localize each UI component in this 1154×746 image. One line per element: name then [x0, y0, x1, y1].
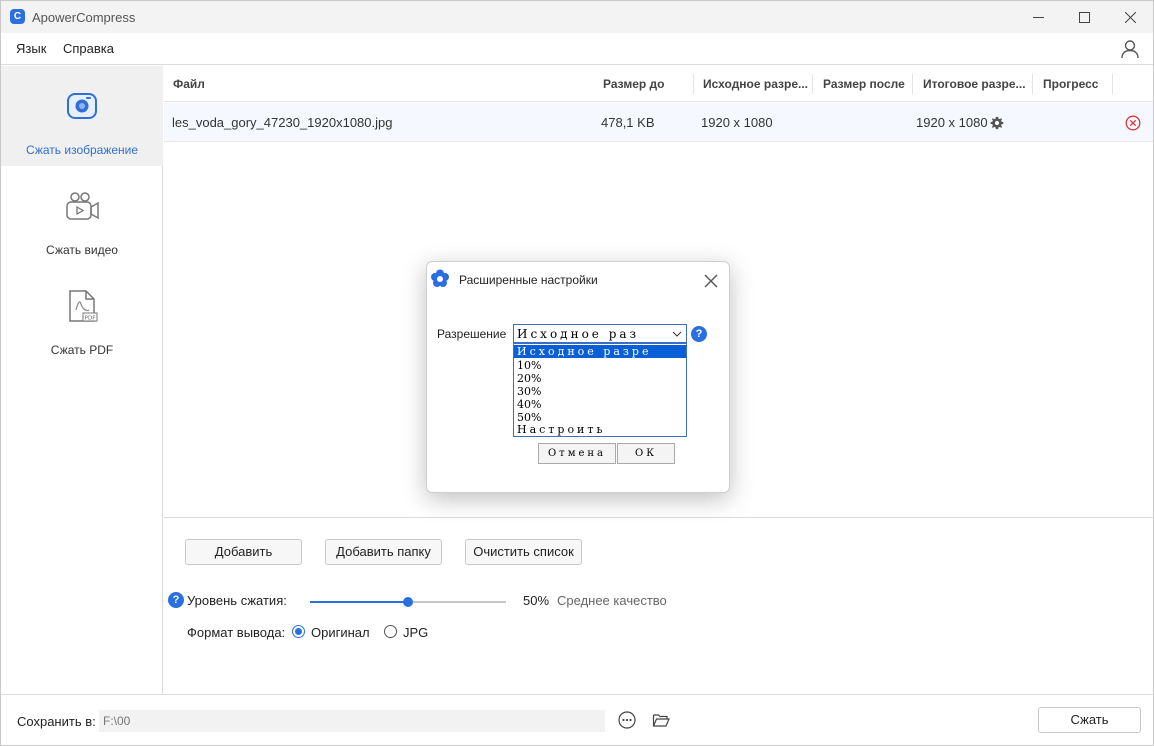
user-account-icon[interactable] [1119, 38, 1141, 60]
resolution-selected-value: Исходное раз [517, 327, 640, 341]
resolution-option-custom[interactable]: Настроить [514, 423, 686, 436]
slider-fill [310, 601, 408, 603]
cell-final-resolution: 1920 x 1080 [916, 115, 988, 130]
compression-level-label: Уровень сжатия: [187, 593, 287, 608]
resolution-option-original[interactable]: Исходное разре [514, 345, 686, 358]
close-window-button[interactable] [1107, 1, 1153, 33]
cell-original-resolution: 1920 x 1080 [701, 115, 773, 130]
close-icon[interactable] [704, 274, 718, 288]
column-original-resolution[interactable]: Исходное разре... [703, 77, 808, 91]
sidebar-item-label: Сжать PDF [50, 343, 114, 357]
chevron-down-icon [672, 331, 682, 337]
compression-slider[interactable] [310, 597, 506, 607]
menu-help[interactable]: Справка [63, 41, 114, 56]
column-final-resolution[interactable]: Итоговое разре... [923, 77, 1028, 91]
app-title: ApowerCompress [32, 10, 136, 25]
compress-button[interactable]: Сжать [1038, 707, 1141, 733]
format-original-radio[interactable] [292, 625, 305, 638]
title-bar[interactable]: C ApowerCompress [1, 1, 1153, 33]
column-divider [912, 74, 913, 94]
column-divider [693, 74, 694, 94]
column-divider [1032, 74, 1033, 94]
close-icon [1124, 11, 1136, 23]
gear-icon[interactable] [990, 116, 1004, 130]
compression-percent: 50% [523, 593, 550, 608]
resolution-select[interactable]: Исходное раз [513, 324, 687, 343]
maximize-icon [1078, 11, 1090, 23]
menu-language[interactable]: Язык [16, 41, 46, 56]
resolution-option-30[interactable]: 30% [514, 385, 686, 398]
settings-flower-icon [431, 269, 449, 287]
column-divider [1112, 74, 1113, 94]
sidebar-item-compress-video[interactable]: Сжать видео [1, 166, 163, 266]
resolution-option-20[interactable]: 20% [514, 372, 686, 385]
help-icon[interactable]: ? [168, 592, 184, 608]
add-folder-button[interactable]: Добавить папку [325, 539, 442, 565]
column-size-after[interactable]: Размер после [823, 77, 905, 91]
save-to-label: Сохранить в: [17, 714, 96, 729]
svg-text:PDF: PDF [85, 316, 96, 322]
minimize-button[interactable] [1015, 1, 1061, 33]
clear-list-button[interactable]: Очистить список [465, 539, 582, 565]
column-size-before[interactable]: Размер до [603, 77, 665, 91]
remove-file-icon[interactable] [1125, 115, 1141, 131]
slider-thumb[interactable] [403, 597, 413, 607]
cell-file-name: les_voda_gory_47230_1920x1080.jpg [172, 115, 393, 130]
resolution-option-40[interactable]: 40% [514, 398, 686, 411]
column-progress[interactable]: Прогресс [1043, 77, 1098, 91]
dialog-title: Расширенные настройки [459, 273, 598, 287]
resolution-label: Разрешение [437, 327, 507, 341]
camera-icon [67, 93, 97, 119]
sidebar-item-label: Сжать изображение [25, 143, 139, 157]
cell-size-before: 478,1 KB [601, 115, 655, 130]
video-camera-icon [66, 192, 99, 220]
table-header: Файл Размер до Исходное разре... Размер … [164, 66, 1153, 102]
resolution-dropdown-list: Исходное разре 10% 20% 30% 40% 50% Настр… [513, 343, 687, 437]
dialog-cancel-button[interactable]: Отмена [538, 443, 616, 464]
compression-controls: Добавить Добавить папку Очистить список … [164, 519, 1153, 694]
maximize-button[interactable] [1061, 1, 1107, 33]
resolution-option-10[interactable]: 10% [514, 359, 686, 372]
table-row[interactable]: les_voda_gory_47230_1920x1080.jpg 478,1 … [164, 103, 1153, 142]
pdf-file-icon: PDF [69, 290, 98, 322]
output-path-input[interactable] [99, 710, 605, 732]
app-window: C ApowerCompress Язык Справка Сжать изоб… [0, 0, 1154, 746]
dialog-ok-button[interactable]: ОК [617, 443, 675, 464]
column-divider [812, 74, 813, 94]
output-format-label: Формат вывода: [187, 625, 286, 640]
column-file[interactable]: Файл [173, 77, 205, 91]
sidebar-item-label: Сжать видео [46, 243, 118, 257]
app-logo-icon: C [10, 9, 25, 24]
minimize-icon [1032, 16, 1044, 18]
resolution-help-icon[interactable]: ? [691, 326, 707, 342]
sidebar: Сжать изображение Сжать видео PDF Сжать … [1, 66, 163, 694]
folder-open-icon[interactable] [652, 711, 670, 729]
menu-bar: Язык Справка [1, 33, 1153, 65]
format-jpg-radio[interactable] [384, 625, 397, 638]
format-original-label[interactable]: Оригинал [311, 625, 370, 640]
sidebar-item-compress-image[interactable]: Сжать изображение [1, 66, 163, 166]
sidebar-item-compress-pdf[interactable]: PDF Сжать PDF [1, 266, 163, 366]
advanced-settings-dialog: Расширенные настройки Разрешение Исходно… [426, 261, 730, 493]
format-jpg-label[interactable]: JPG [403, 625, 428, 640]
more-options-icon[interactable] [618, 711, 636, 729]
add-button[interactable]: Добавить [185, 539, 302, 565]
quality-label: Среднее качество [557, 593, 667, 608]
footer-bar: Сохранить в: Сжать [1, 694, 1153, 745]
